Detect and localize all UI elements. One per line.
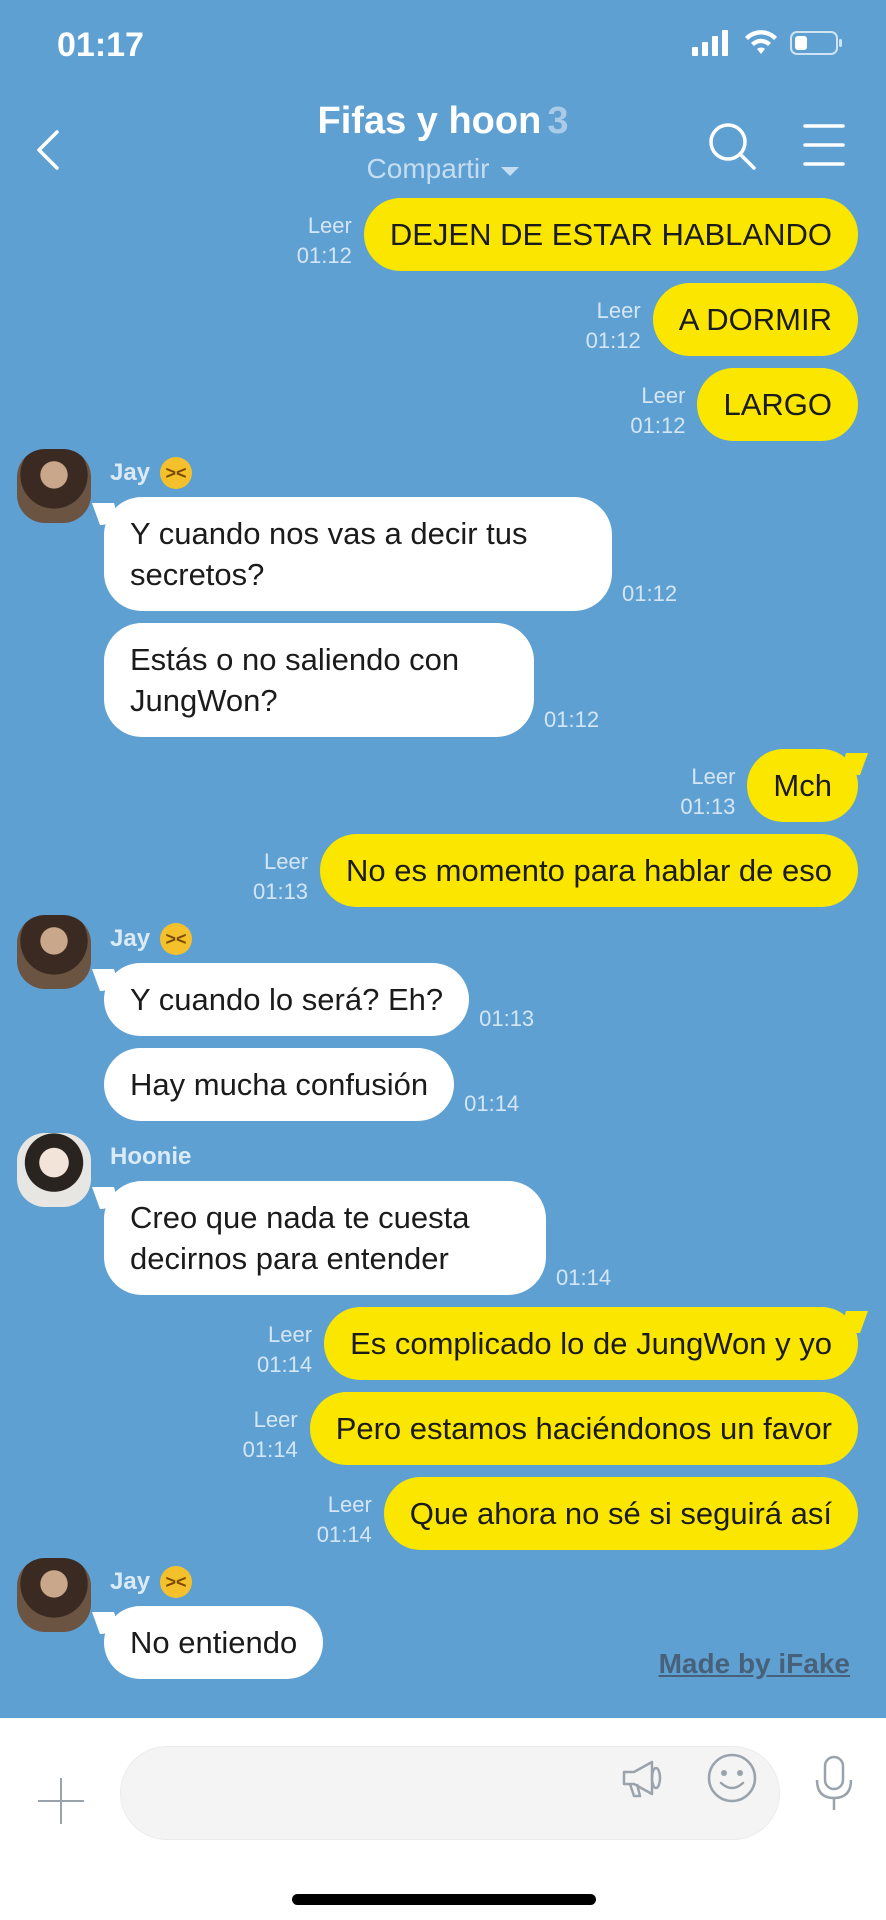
message-bubble[interactable]: Estás o no saliendo con JungWon? xyxy=(104,623,534,737)
message-meta: Leer 01:13 xyxy=(680,762,735,822)
message-time: 01:12 xyxy=(544,707,600,732)
message-time: 01:14 xyxy=(242,1437,298,1462)
hamburger-menu-icon xyxy=(803,124,845,166)
read-label: Leer xyxy=(268,1322,313,1347)
message-time: 01:14 xyxy=(464,1091,520,1116)
message-bubble[interactable]: Que ahora no sé si seguirá así xyxy=(383,1477,858,1550)
sender-header: Jay >< xyxy=(0,915,886,989)
outgoing-message: Leer 01:13 No es momento para hablar de … xyxy=(0,834,886,907)
read-label: Leer xyxy=(327,1492,372,1517)
angry-cat-emoji-icon: >< xyxy=(160,923,193,955)
share-label: Compartir xyxy=(366,153,490,184)
message-meta: Leer 01:13 xyxy=(253,847,308,907)
sender-header: Jay >< xyxy=(0,1558,886,1632)
message-time: 01:14 xyxy=(556,1265,612,1290)
outgoing-message: Leer 01:14 Pero estamos haciéndonos un f… xyxy=(0,1392,886,1465)
sender-name: Jay xyxy=(110,1568,151,1595)
message-input[interactable] xyxy=(151,1747,631,1839)
chat-header: Fifas y hoon 3 Compartir xyxy=(0,90,886,200)
outgoing-message: Leer 01:14 Es complicado lo de JungWon y… xyxy=(0,1307,886,1380)
signal-icon xyxy=(692,30,728,56)
message-time: 01:12 xyxy=(585,328,641,353)
incoming-message: Y cuando lo será? Eh? 01:13 xyxy=(0,963,886,1036)
incoming-message: Hay mucha confusión 01:14 xyxy=(0,1048,886,1121)
message-meta: Leer 01:12 xyxy=(630,381,685,441)
battery-icon xyxy=(790,31,842,55)
menu-button[interactable] xyxy=(802,120,846,170)
sender-header: Hoonie xyxy=(0,1133,886,1207)
search-icon xyxy=(709,123,756,170)
sender-name: Jay xyxy=(110,925,151,952)
message-meta: Leer 01:14 xyxy=(257,1320,312,1380)
message-meta: Leer 01:12 xyxy=(586,296,641,356)
sender-name: Jay xyxy=(110,459,151,486)
status-icons xyxy=(692,30,844,56)
watermark: Made by iFake xyxy=(658,1648,850,1679)
outgoing-message: Leer 01:14 Que ahora no sé si seguirá as… xyxy=(0,1477,886,1550)
add-attachment-button[interactable] xyxy=(38,1778,84,1824)
message-bubble[interactable]: Hay mucha confusión xyxy=(104,1048,455,1121)
message-bubble[interactable]: Creo que nada te cuesta decirnos para en… xyxy=(104,1181,546,1295)
message-meta: Leer 01:14 xyxy=(317,1490,372,1550)
megaphone-icon xyxy=(622,1760,662,1798)
wifi-icon xyxy=(745,30,777,54)
megaphone-button[interactable] xyxy=(618,1754,666,1802)
home-indicator xyxy=(292,1894,596,1905)
message-bubble[interactable]: No es momento para hablar de eso xyxy=(320,834,858,907)
read-label: Leer xyxy=(596,298,641,323)
message-time: 01:12 xyxy=(296,243,352,268)
message-bubble[interactable]: Es complicado lo de JungWon y yo xyxy=(324,1307,858,1380)
angry-cat-emoji-icon: >< xyxy=(160,457,193,489)
status-time: 01:17 xyxy=(57,26,144,64)
incoming-message: Y cuando nos vas a decir tus secretos? 0… xyxy=(0,497,886,611)
caret-down-icon xyxy=(501,166,520,176)
message-bubble[interactable]: Pero estamos haciéndonos un favor xyxy=(309,1392,858,1465)
composer xyxy=(0,1718,886,1920)
search-button[interactable] xyxy=(706,120,760,174)
member-count: 3 xyxy=(547,100,569,142)
message-time: 01:12 xyxy=(630,413,686,438)
message-bubble[interactable]: A DORMIR xyxy=(652,283,858,356)
message-bubble[interactable]: No entiendo xyxy=(104,1606,324,1679)
angry-cat-emoji-icon: >< xyxy=(160,1566,193,1598)
outgoing-message: Leer 01:13 Mch xyxy=(0,749,886,822)
status-bar: 01:17 xyxy=(0,0,886,90)
outgoing-message: Leer 01:12 DEJEN DE ESTAR HABLANDO xyxy=(0,198,886,271)
smiley-icon xyxy=(707,1753,757,1803)
message-list[interactable]: Leer 01:12 DEJEN DE ESTAR HABLANDO Leer … xyxy=(0,198,886,1718)
message-time: 01:13 xyxy=(252,879,309,904)
microphone-icon xyxy=(815,1755,853,1810)
message-time: 01:13 xyxy=(680,794,736,819)
message-input-box[interactable] xyxy=(120,1746,780,1840)
message-time: 01:13 xyxy=(479,1006,535,1031)
incoming-message: Creo que nada te cuesta decirnos para en… xyxy=(0,1181,886,1295)
sender-name: Hoonie xyxy=(110,1143,192,1170)
message-time: 01:14 xyxy=(316,1522,372,1547)
message-meta: Leer 01:12 xyxy=(297,211,352,271)
emoji-button[interactable] xyxy=(706,1752,758,1804)
microphone-button[interactable] xyxy=(812,1754,856,1814)
message-meta: Leer 01:14 xyxy=(243,1405,298,1465)
read-label: Leer xyxy=(307,213,352,238)
message-bubble[interactable]: LARGO xyxy=(697,368,858,441)
message-bubble[interactable]: Y cuando nos vas a decir tus secretos? xyxy=(104,497,612,611)
outgoing-message: Leer 01:12 A DORMIR xyxy=(0,283,886,356)
message-time: 01:12 xyxy=(622,581,678,606)
read-label: Leer xyxy=(264,849,309,874)
outgoing-message: Leer 01:12 LARGO xyxy=(0,368,886,441)
read-label: Leer xyxy=(253,1407,298,1432)
read-label: Leer xyxy=(691,764,736,789)
message-time: 01:14 xyxy=(257,1352,313,1377)
read-label: Leer xyxy=(641,383,686,408)
sender-header: Jay >< xyxy=(0,449,886,523)
chat-title: Fifas y hoon xyxy=(317,100,542,142)
message-bubble[interactable]: Y cuando lo será? Eh? xyxy=(104,963,470,1036)
incoming-message: Estás o no saliendo con JungWon? 01:12 xyxy=(0,623,886,737)
message-bubble[interactable]: Mch xyxy=(747,749,858,822)
message-bubble[interactable]: DEJEN DE ESTAR HABLANDO xyxy=(363,198,858,271)
